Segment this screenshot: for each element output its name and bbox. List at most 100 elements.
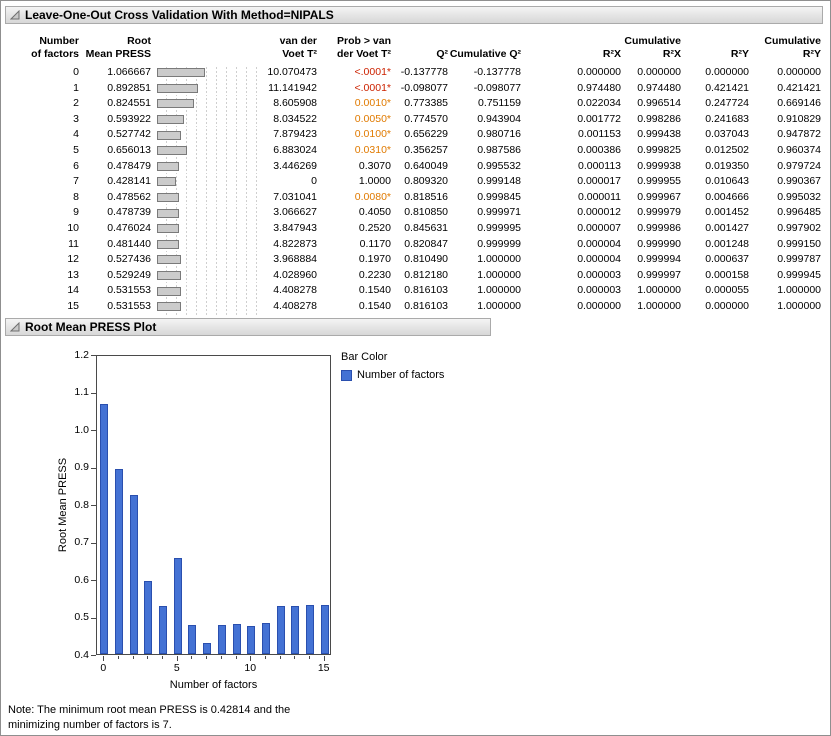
press-value: 0.476024 bbox=[107, 221, 151, 234]
table-row[interactable]: 3 0.593922 8.034522 0.0050* 0.774570 0.943904… bbox=[21, 111, 821, 128]
r2x-value: 0.000007 bbox=[577, 221, 621, 234]
cumulative-r2y-value: 0.999787 bbox=[777, 253, 821, 266]
prob-value: 0.2230 bbox=[358, 268, 391, 281]
cumulative-r2y-value: 0.947872 bbox=[777, 128, 821, 141]
cumulative-q2-value: 1.000000 bbox=[477, 284, 521, 297]
legend-entry[interactable]: Number of factors bbox=[341, 369, 444, 381]
press-bar-cell bbox=[151, 220, 259, 237]
root-mean-press-plot: Root Mean PRESS Number of factors Bar Co… bbox=[1, 341, 830, 703]
chart-bar[interactable] bbox=[291, 605, 300, 654]
prob-value: 0.0310* bbox=[354, 143, 391, 156]
r2y-value: 0.001248 bbox=[705, 237, 749, 250]
cumulative-r2y-value: 0.910829 bbox=[777, 112, 821, 125]
table-row[interactable]: 1 0.892851 11.141942 <.0001* -0.098077 -0.098… bbox=[21, 80, 821, 97]
x-tick-mark-minor bbox=[308, 656, 310, 659]
y-tick-mark bbox=[91, 467, 96, 469]
table-row[interactable]: 12 0.527436 3.968884 0.1970 0.810490 1.000000… bbox=[21, 252, 821, 268]
r2y-value: 0.001452 bbox=[705, 206, 749, 219]
chart-bar[interactable] bbox=[305, 604, 314, 654]
van-der-voet-t2-value: 3.446269 bbox=[273, 159, 317, 172]
factors-value: 8 bbox=[73, 190, 79, 203]
table-row[interactable]: 5 0.656013 6.883024 0.0310* 0.356257 0.987586… bbox=[21, 142, 821, 159]
chart-bar[interactable] bbox=[276, 606, 285, 654]
table-row[interactable]: 8 0.478562 7.031041 0.0080* 0.818516 0.999845… bbox=[21, 189, 821, 206]
chart-bar[interactable] bbox=[115, 469, 124, 654]
press-bar bbox=[157, 130, 181, 140]
cumulative-r2x-value: 0.998286 bbox=[637, 112, 681, 125]
table-row[interactable]: 7 0.428141 0 1.0000 0.809320 0.999148 0.000017… bbox=[21, 174, 821, 190]
chart-bar[interactable] bbox=[188, 624, 197, 654]
table-row[interactable]: 6 0.478479 3.446269 0.3070 0.640049 0.995532 0… bbox=[21, 158, 821, 175]
prob-value: 0.4050 bbox=[358, 206, 391, 219]
section-header-press-plot[interactable]: Root Mean PRESS Plot bbox=[5, 318, 491, 336]
table-row[interactable]: 13 0.529249 4.028960 0.2230 0.812180 1.000000… bbox=[21, 267, 821, 284]
cumulative-r2x-value: 0.974480 bbox=[637, 81, 681, 94]
factors-value: 12 bbox=[67, 253, 79, 266]
cumulative-q2-value: 0.995532 bbox=[477, 159, 521, 172]
section-title: Leave-One-Out Cross Validation With Meth… bbox=[25, 8, 334, 22]
r2y-value: 0.000000 bbox=[705, 66, 749, 78]
r2x-value: 0.000017 bbox=[577, 175, 621, 188]
cumulative-r2x-value: 0.999994 bbox=[637, 253, 681, 266]
table-row[interactable]: 10 0.476024 3.847943 0.2520 0.845631 0.999995… bbox=[21, 220, 821, 237]
table-row[interactable]: 14 0.531553 4.408278 0.1540 0.816103 1.000000… bbox=[21, 283, 821, 299]
press-bar-cell bbox=[151, 267, 259, 284]
cumulative-r2x-value: 1.000000 bbox=[637, 284, 681, 297]
press-bar-cell bbox=[151, 111, 259, 128]
chart-bar[interactable] bbox=[203, 643, 212, 654]
section-header-cross-validation[interactable]: Leave-One-Out Cross Validation With Meth… bbox=[5, 6, 823, 24]
prob-value: 1.0000 bbox=[358, 175, 391, 188]
chart-bar[interactable] bbox=[217, 624, 226, 654]
x-tick-mark-major bbox=[323, 656, 325, 661]
r2y-value: 0.004666 bbox=[705, 190, 749, 203]
column-header-q2: Q² bbox=[436, 48, 448, 60]
r2y-value: 0.247724 bbox=[705, 97, 749, 110]
chart-bar[interactable] bbox=[232, 624, 241, 654]
press-bar bbox=[157, 255, 181, 265]
q2-value: 0.816103 bbox=[404, 299, 448, 312]
r2y-value: 0.000055 bbox=[705, 284, 749, 297]
chart-bar[interactable] bbox=[144, 581, 153, 654]
r2y-value: 0.000158 bbox=[705, 268, 749, 281]
q2-value: -0.098077 bbox=[400, 81, 448, 94]
chart-bar[interactable] bbox=[159, 606, 168, 654]
column-header-number-of-factors: Number of factors bbox=[31, 35, 79, 60]
y-tick-label: 0.7 bbox=[74, 536, 89, 548]
table-row[interactable]: 11 0.481440 4.822873 0.1170 0.820847 0.999999… bbox=[21, 236, 821, 253]
q2-value: 0.810490 bbox=[404, 253, 448, 266]
table-row[interactable]: 4 0.527742 7.879423 0.0100* 0.656229 0.980716… bbox=[21, 127, 821, 143]
column-header-van-der-voet-t2: van der Voet T² bbox=[279, 35, 317, 60]
table-row[interactable]: 15 0.531553 4.408278 0.1540 0.816103 1.000000… bbox=[21, 298, 821, 315]
chart-bar[interactable] bbox=[261, 623, 270, 654]
chart-bar[interactable] bbox=[247, 625, 256, 654]
table-row[interactable]: 2 0.824551 8.605908 0.0010* 0.773385 0.751159… bbox=[21, 96, 821, 112]
press-bar-cell bbox=[151, 80, 259, 97]
column-header-cumulative-r2x: Cumulative R²X bbox=[624, 35, 681, 60]
table-row[interactable]: 0 1.066667 10.070473 <.0001* -0.137778 -0.137… bbox=[21, 65, 821, 81]
chart-bar[interactable] bbox=[173, 558, 182, 654]
press-bar-cell bbox=[151, 298, 259, 315]
press-value: 0.656013 bbox=[107, 143, 151, 156]
factors-value: 9 bbox=[73, 206, 79, 219]
chart-bar[interactable] bbox=[100, 404, 109, 654]
factors-value: 14 bbox=[67, 284, 79, 297]
y-tick-label: 0.5 bbox=[74, 611, 89, 623]
chart-bar[interactable] bbox=[320, 604, 329, 654]
disclosure-triangle-icon[interactable] bbox=[10, 10, 20, 20]
x-tick-mark-minor bbox=[147, 656, 149, 659]
note-text: Note: The minimum root mean PRESS is 0.4… bbox=[8, 704, 291, 731]
cumulative-q2-value: 1.000000 bbox=[477, 299, 521, 312]
y-tick-label: 0.4 bbox=[74, 648, 89, 661]
y-tick-mark bbox=[91, 542, 96, 544]
q2-value: 0.812180 bbox=[404, 268, 448, 281]
cumulative-r2y-value: 0.669146 bbox=[777, 97, 821, 110]
press-bar bbox=[157, 177, 177, 187]
table-row[interactable]: 9 0.478739 3.066627 0.4050 0.810850 0.999971 0… bbox=[21, 205, 821, 221]
press-bar-cell bbox=[151, 205, 259, 221]
chart-bar[interactable] bbox=[129, 494, 138, 654]
press-bar bbox=[157, 208, 179, 218]
disclosure-triangle-icon[interactable] bbox=[10, 322, 20, 332]
press-value: 0.892851 bbox=[107, 81, 151, 94]
press-value: 0.531553 bbox=[107, 299, 151, 312]
van-der-voet-t2-value: 11.141942 bbox=[268, 81, 317, 94]
